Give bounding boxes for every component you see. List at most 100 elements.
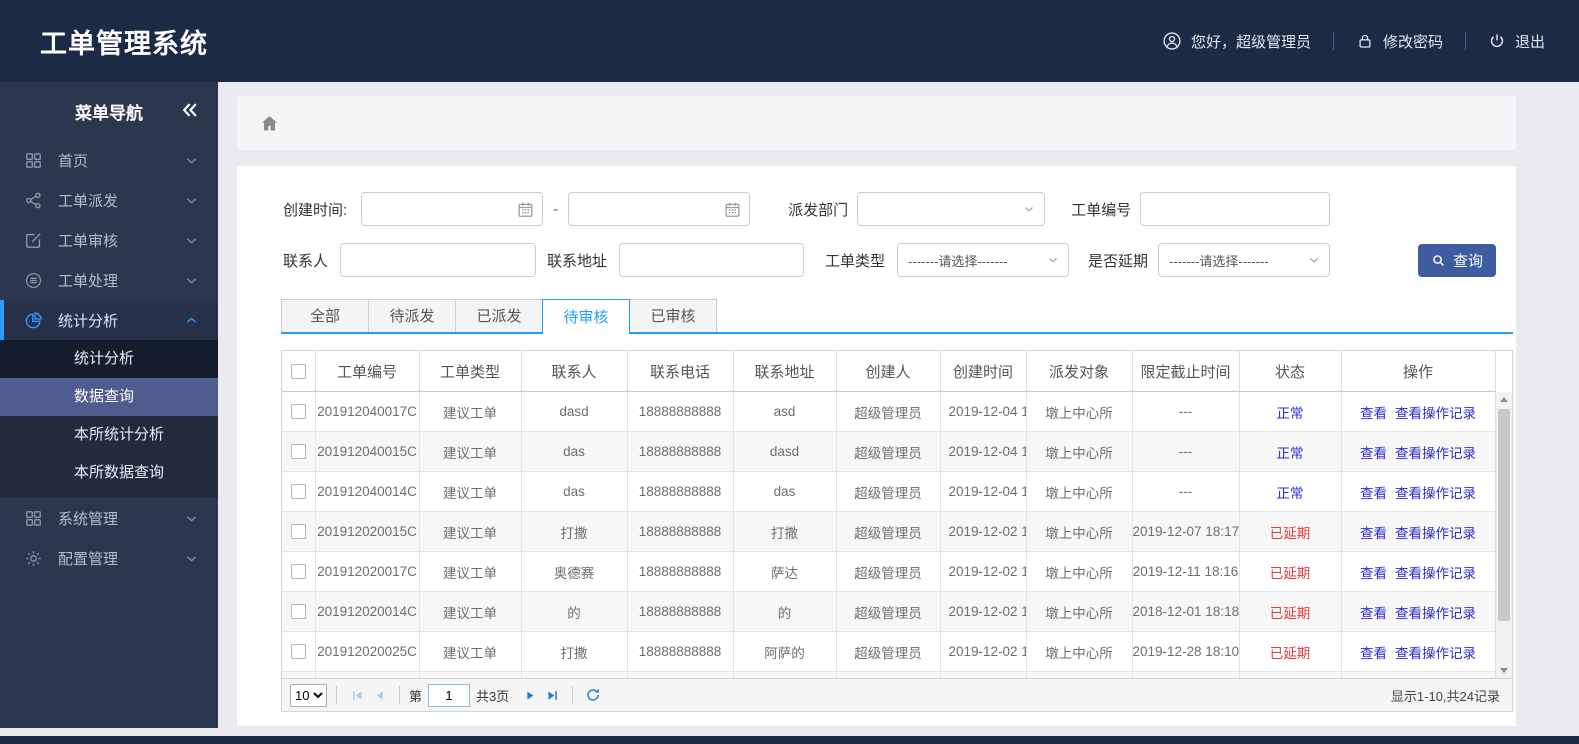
- row-checkbox[interactable]: [290, 564, 306, 580]
- column-header[interactable]: 创建人: [836, 351, 941, 392]
- sidebar-item[interactable]: 工单处理: [0, 260, 218, 300]
- change-password-link[interactable]: 修改密码: [1356, 31, 1443, 52]
- chevron-down-icon: [1022, 202, 1036, 216]
- row-checkbox[interactable]: [290, 644, 306, 660]
- page-size-select[interactable]: 10: [290, 683, 327, 707]
- cell-order-no: 201912020017C: [315, 551, 420, 592]
- status-badge: 已延期: [1239, 631, 1342, 672]
- last-page-button[interactable]: [541, 684, 563, 706]
- view-link[interactable]: 查看: [1360, 486, 1387, 501]
- filter-row-2: 联系人 联系地址 工单类型 -------请选择------- 是否延期 ---…: [237, 243, 1516, 277]
- view-log-link[interactable]: 查看操作记录: [1395, 606, 1476, 621]
- view-log-link[interactable]: 查看操作记录: [1395, 566, 1476, 581]
- column-header[interactable]: 联系人: [521, 351, 628, 392]
- table-body-wrap: 201912040017C 建议工单 dasd 18888888888 asd 超级管理员…: [282, 392, 1495, 678]
- address-input[interactable]: [620, 245, 804, 275]
- created-time-start-input[interactable]: [362, 194, 543, 224]
- sidebar-collapse-icon[interactable]: [180, 100, 200, 120]
- column-header[interactable]: 联系地址: [733, 351, 837, 392]
- order-type-select[interactable]: -------请选择-------: [897, 243, 1070, 277]
- tab-已审核[interactable]: 已审核: [629, 299, 717, 332]
- column-header[interactable]: 联系电话: [627, 351, 734, 392]
- view-link[interactable]: 查看: [1360, 566, 1387, 581]
- sidebar-title: 菜单导航: [75, 103, 143, 123]
- row-checkbox[interactable]: [290, 604, 306, 620]
- column-header[interactable]: 限定截止时间: [1132, 351, 1240, 392]
- search-icon: [1431, 253, 1446, 268]
- table-body: 201912040017C 建议工单 dasd 18888888888 asd 超级管理员…: [282, 392, 1495, 678]
- view-log-link[interactable]: 查看操作记录: [1395, 486, 1476, 501]
- query-button[interactable]: 查询: [1418, 243, 1496, 277]
- view-link[interactable]: 查看: [1360, 606, 1387, 621]
- refresh-icon[interactable]: [582, 684, 604, 706]
- sidebar-subitem[interactable]: 数据查询: [0, 378, 218, 416]
- tab-全部[interactable]: 全部: [281, 299, 369, 332]
- view-link[interactable]: 查看: [1360, 526, 1387, 541]
- table-header-row: 工单编号 工单类型 联系人 联系电话 联系地址 创建人 创建时间 派发对象 限定截止时间 状态 操作: [282, 351, 1496, 392]
- view-link[interactable]: 查看: [1360, 446, 1387, 461]
- cell-order-no: 201912040017C: [315, 392, 420, 432]
- sidebar-item[interactable]: 系统管理: [0, 498, 218, 538]
- share-icon: [24, 191, 44, 210]
- cell-created: 2019-12-02 17: [940, 631, 1027, 672]
- next-page-button[interactable]: [519, 684, 541, 706]
- page-number-input[interactable]: [428, 683, 471, 707]
- row-checkbox[interactable]: [290, 484, 306, 500]
- sidebar-subitem[interactable]: 统计分析: [0, 340, 218, 378]
- power-icon: [1488, 32, 1506, 50]
- row-checkbox[interactable]: [290, 524, 306, 540]
- column-header[interactable]: 操作: [1341, 351, 1496, 392]
- sidebar-subitem[interactable]: 本所数据查询: [0, 454, 218, 492]
- calendar-icon[interactable]: [723, 200, 742, 219]
- view-log-link[interactable]: 查看操作记录: [1395, 646, 1476, 661]
- order-no-input[interactable]: [1141, 194, 1330, 224]
- chevron-down-icon: [1307, 253, 1321, 267]
- scroll-up-arrow-icon[interactable]: [1496, 392, 1512, 407]
- tab-已派发[interactable]: 已派发: [455, 299, 543, 332]
- scroll-down-arrow-icon[interactable]: [1496, 663, 1512, 678]
- view-log-link[interactable]: 查看操作记录: [1395, 446, 1476, 461]
- dispatch-dept-select[interactable]: [857, 192, 1046, 226]
- status-badge: 已延期: [1239, 511, 1342, 552]
- home-icon[interactable]: [259, 113, 280, 134]
- column-header[interactable]: 创建时间: [940, 351, 1027, 392]
- created-time-end-input[interactable]: [569, 194, 750, 224]
- view-log-link[interactable]: 查看操作记录: [1395, 526, 1476, 541]
- column-header[interactable]: 状态: [1239, 351, 1342, 392]
- table-row: 201912040014C 建议工单 das 18888888888 das 超级管理员 2…: [282, 471, 1495, 512]
- vertical-scrollbar: [1495, 392, 1512, 678]
- view-link[interactable]: 查看: [1360, 406, 1387, 421]
- table-row: 201912040015C 建议工单 das 18888888888 dasd 超级管理员…: [282, 431, 1495, 472]
- column-header[interactable]: 工单类型: [419, 351, 522, 392]
- sidebar-subitem[interactable]: 本所统计分析: [0, 416, 218, 454]
- sidebar-item[interactable]: 统计分析: [0, 300, 218, 340]
- first-page-button[interactable]: [346, 684, 368, 706]
- select-all-checkbox[interactable]: [290, 364, 306, 380]
- row-checkbox[interactable]: [290, 444, 306, 460]
- sidebar-item-label: 首页: [58, 152, 89, 170]
- logout-label: 退出: [1514, 33, 1545, 51]
- view-link[interactable]: 查看: [1360, 646, 1387, 661]
- cell-phone: 18888888888: [627, 511, 734, 552]
- lock-icon: [1356, 32, 1374, 50]
- column-header[interactable]: 工单编号: [315, 351, 420, 392]
- sidebar-item[interactable]: 工单派发: [0, 180, 218, 220]
- tab-待派发[interactable]: 待派发: [368, 299, 456, 332]
- prev-page-button[interactable]: [368, 684, 390, 706]
- contact-input[interactable]: [341, 245, 536, 275]
- contact-field: [340, 243, 537, 277]
- logout-link[interactable]: 退出: [1488, 31, 1545, 52]
- header-right: 您好，超级管理员 修改密码 退出: [1162, 31, 1545, 52]
- address-field: [619, 243, 805, 277]
- delayed-select[interactable]: -------请选择-------: [1158, 243, 1331, 277]
- column-header[interactable]: 派发对象: [1026, 351, 1133, 392]
- sidebar-item[interactable]: 工单审核: [0, 220, 218, 260]
- tab-待审核[interactable]: 待审核: [542, 299, 630, 334]
- sidebar-item[interactable]: 配置管理: [0, 538, 218, 578]
- calendar-icon[interactable]: [516, 200, 535, 219]
- row-checkbox[interactable]: [290, 404, 306, 420]
- scrollbar-thumb[interactable]: [1498, 409, 1510, 621]
- view-log-link[interactable]: 查看操作记录: [1395, 406, 1476, 421]
- table-row: 201912040017C 建议工单 dasd 18888888888 asd 超级管理员…: [282, 392, 1495, 432]
- sidebar-item[interactable]: 首页: [0, 140, 218, 180]
